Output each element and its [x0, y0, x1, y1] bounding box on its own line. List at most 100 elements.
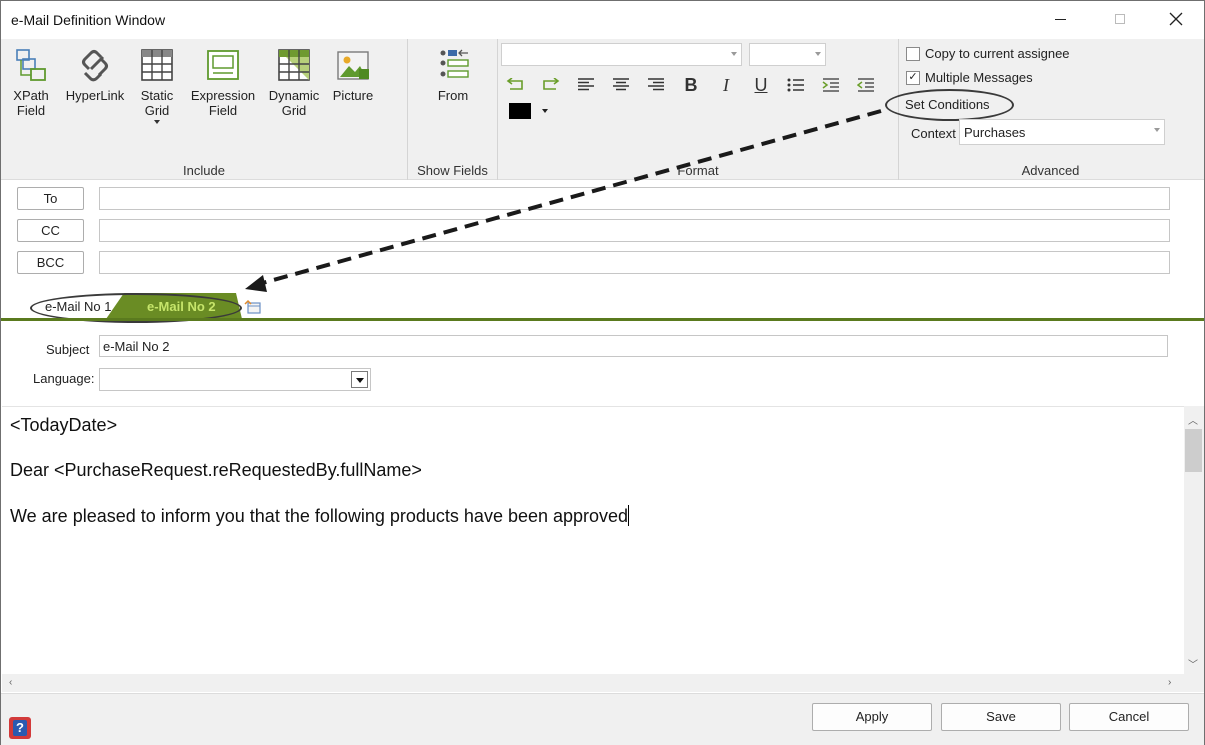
- vertical-scroll-thumb[interactable]: [1185, 429, 1202, 472]
- minimize-button[interactable]: [1037, 1, 1083, 37]
- hyperlink-label: HyperLink: [65, 88, 125, 103]
- help-button[interactable]: ?: [9, 717, 31, 739]
- copy-to-assignee-checkbox[interactable]: Copy to current assignee: [906, 46, 1070, 61]
- xpath-field-label-1: XPath: [13, 88, 49, 103]
- show-fields-group-label: Show Fields: [417, 163, 488, 178]
- static-grid-icon: [141, 49, 173, 81]
- align-center-button[interactable]: [610, 74, 632, 96]
- to-input[interactable]: [99, 187, 1170, 210]
- cc-input[interactable]: [99, 219, 1170, 242]
- close-button[interactable]: [1153, 1, 1199, 37]
- include-group: XPath Field HyperLink Static Grid Expres…: [1, 39, 408, 180]
- align-left-icon: [578, 78, 594, 91]
- copy-to-assignee-label: Copy to current assignee: [925, 46, 1070, 61]
- checkbox-unchecked-icon: [906, 46, 920, 61]
- align-right-button[interactable]: [645, 74, 667, 96]
- align-center-icon: [613, 78, 629, 91]
- text-color-dropdown-icon[interactable]: [542, 109, 548, 113]
- italic-button[interactable]: I: [715, 74, 737, 96]
- context-label: Context: [911, 126, 956, 141]
- subject-label: Subject: [46, 342, 90, 357]
- picture-label: Picture: [332, 88, 374, 103]
- outdent-button[interactable]: [855, 74, 877, 96]
- subject-value: e-Mail No 2: [103, 339, 170, 354]
- horizontal-scrollbar[interactable]: [2, 674, 1204, 692]
- subject-input[interactable]: e-Mail No 2: [99, 335, 1168, 357]
- undo-button[interactable]: [505, 74, 527, 96]
- indent-button[interactable]: [820, 74, 842, 96]
- show-fields-group: From Show Fields: [408, 39, 498, 180]
- font-name-select[interactable]: [501, 43, 742, 66]
- bcc-input[interactable]: [99, 251, 1170, 274]
- ribbon: XPath Field HyperLink Static Grid Expres…: [1, 39, 1204, 180]
- picture-button[interactable]: Picture: [329, 47, 377, 103]
- add-tab-icon[interactable]: [244, 299, 262, 315]
- cc-button[interactable]: CC: [17, 219, 84, 242]
- indent-icon: [822, 78, 839, 92]
- maximize-button[interactable]: [1097, 1, 1143, 37]
- from-button[interactable]: From: [430, 47, 476, 103]
- dynamic-grid-label-1: Dynamic: [268, 88, 320, 103]
- align-right-icon: [648, 78, 664, 91]
- underline-button[interactable]: U: [750, 74, 772, 96]
- context-value: Purchases: [964, 125, 1026, 140]
- redo-icon: [543, 78, 560, 90]
- maximize-icon: [1115, 14, 1125, 24]
- scroll-up-icon[interactable]: ︿: [1188, 412, 1198, 427]
- language-dropdown-button[interactable]: [351, 371, 368, 388]
- multiple-messages-checkbox[interactable]: ✓ Multiple Messages: [906, 70, 1033, 85]
- chevron-down-icon: [1154, 128, 1160, 132]
- bold-button[interactable]: B: [680, 74, 702, 96]
- set-conditions-highlight: [885, 89, 1014, 121]
- dynamic-grid-button[interactable]: Dynamic Grid: [265, 47, 323, 118]
- context-select[interactable]: Purchases: [959, 119, 1165, 145]
- expression-field-label-2: Field: [208, 103, 238, 118]
- undo-icon: [506, 78, 523, 90]
- from-fields-icon: [440, 49, 469, 78]
- chevron-down-icon: [356, 378, 364, 383]
- window-title: e-Mail Definition Window: [11, 12, 166, 28]
- static-grid-label-2: Grid: [144, 103, 170, 118]
- language-select[interactable]: [99, 368, 371, 391]
- static-grid-label-1: Static: [140, 88, 174, 103]
- redo-button[interactable]: [539, 74, 561, 96]
- outdent-icon: [857, 78, 874, 92]
- italic-icon: I: [723, 74, 729, 95]
- text-color-swatch[interactable]: [509, 103, 531, 119]
- message-body-editor[interactable]: <TodayDate> Dear <PurchaseRequest.reRequ…: [2, 406, 1184, 674]
- expression-field-button[interactable]: Expression Field: [188, 47, 258, 118]
- multiple-messages-label: Multiple Messages: [925, 70, 1033, 85]
- format-group-label: Format: [677, 163, 719, 178]
- bold-icon: B: [684, 74, 698, 95]
- to-button[interactable]: To: [17, 187, 84, 210]
- dynamic-grid-icon: [278, 49, 310, 81]
- underline-icon: U: [754, 74, 768, 95]
- bcc-button[interactable]: BCC: [17, 251, 84, 274]
- scroll-right-icon[interactable]: ›: [1168, 677, 1171, 688]
- body-line: <TodayDate>: [10, 415, 118, 435]
- language-label: Language:: [33, 371, 95, 386]
- dynamic-grid-label-2: Grid: [281, 103, 307, 118]
- minimize-icon: [1054, 18, 1066, 20]
- xpath-field-label-2: Field: [16, 103, 46, 118]
- checkbox-checked-icon: ✓: [906, 70, 920, 85]
- help-icon: ?: [13, 720, 27, 736]
- font-size-select[interactable]: [749, 43, 826, 66]
- title-bar: e-Mail Definition Window: [1, 1, 1204, 39]
- apply-button[interactable]: Apply: [812, 703, 932, 731]
- bullet-list-icon: [787, 78, 804, 92]
- tab-strip-line: [1, 318, 1204, 321]
- chevron-down-icon: [731, 52, 737, 56]
- align-left-button[interactable]: [575, 74, 597, 96]
- static-grid-button[interactable]: Static Grid: [137, 47, 177, 124]
- static-grid-dropdown-icon: [154, 120, 160, 124]
- save-button[interactable]: Save: [941, 703, 1061, 731]
- body-line: Dear <PurchaseRequest.reRequestedBy.full…: [10, 460, 422, 480]
- cancel-button[interactable]: Cancel: [1069, 703, 1189, 731]
- bullet-list-button[interactable]: [785, 74, 807, 96]
- xpath-field-button[interactable]: XPath Field: [9, 47, 53, 118]
- hyperlink-button[interactable]: HyperLink: [62, 47, 128, 103]
- scroll-down-icon[interactable]: ﹀: [1188, 656, 1198, 671]
- hyperlink-icon: [82, 50, 108, 82]
- scroll-left-icon[interactable]: ‹: [9, 677, 12, 688]
